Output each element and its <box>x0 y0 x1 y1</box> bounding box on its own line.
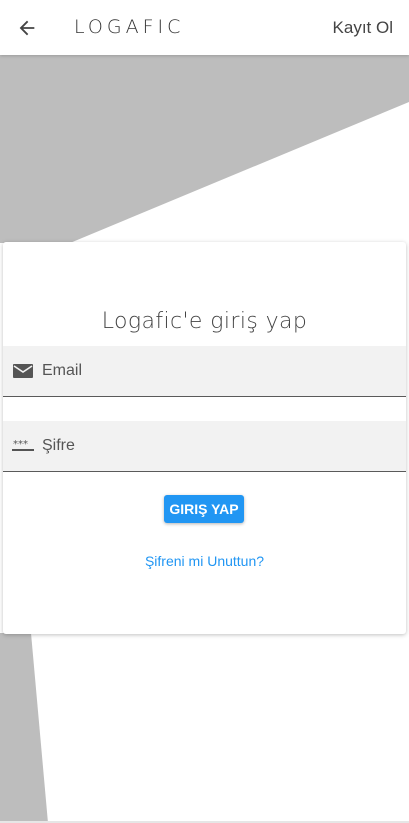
register-link[interactable]: Kayıt Ol <box>333 18 393 38</box>
forgot-password-link[interactable]: Şifreni mi Unuttun? <box>3 553 406 569</box>
svg-text:***: *** <box>13 439 28 450</box>
back-button[interactable] <box>12 13 42 43</box>
password-input[interactable] <box>42 421 397 471</box>
login-title: Logafic'e giriş yap <box>101 309 308 334</box>
password-field: *** <box>3 421 406 472</box>
login-button[interactable]: GIRIŞ YAP <box>164 495 244 523</box>
arrow-left-icon <box>19 20 35 36</box>
envelope-icon <box>13 364 33 378</box>
login-card: Logafic'e giriş yap *** GIRIŞ YAP Şifren… <box>3 242 406 634</box>
app-bar: LOGAFIC Kayıt Ol <box>0 0 409 55</box>
password-dots-icon: *** <box>12 439 34 451</box>
email-input[interactable] <box>42 346 397 396</box>
email-field <box>3 346 406 397</box>
brand-logo: LOGAFIC <box>74 16 185 38</box>
